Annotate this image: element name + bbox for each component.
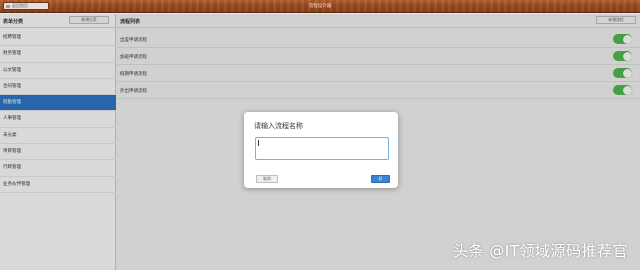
dialog-title: 请输入流程名称: [254, 122, 303, 130]
flow-name-dialog: 请输入流程名称 取消 好: [244, 112, 398, 188]
watermark: 头条 @IT领域源码推荐官: [453, 242, 628, 260]
cancel-button[interactable]: 取消: [256, 175, 278, 183]
title-bar: 返回首页 流程设计器: [0, 0, 640, 13]
text-caret: [258, 140, 259, 146]
ok-button[interactable]: 好: [371, 175, 390, 183]
flow-name-input[interactable]: [255, 137, 389, 160]
window-title: 流程设计器: [308, 4, 332, 9]
